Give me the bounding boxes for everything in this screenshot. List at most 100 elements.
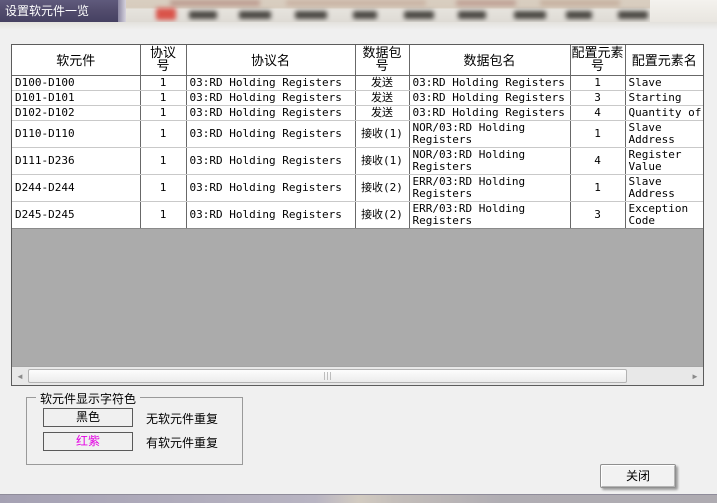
cell-packet-name: ERR/03:RD Holding Registers [409, 174, 570, 201]
cell-element-no: 4 [570, 105, 625, 120]
cell-packet-no: 发送 [355, 75, 409, 90]
cell-element-no: 3 [570, 90, 625, 105]
cell-device: D245-D245 [12, 201, 140, 228]
blur-red-icon [156, 8, 176, 20]
device-color-legend: 软元件显示字符色 黑色 无软元件重复 红紫 有软元件重复 [26, 397, 243, 465]
table-header-row: 软元件 协议号 协议名 数据包号 数据包名 配置元素号 配置元素名 [12, 45, 703, 75]
cell-element-no: 3 [570, 201, 625, 228]
cell-packet-name: NOR/03:RD Holding Registers [409, 147, 570, 174]
duplicate-label: 有软元件重复 [146, 434, 218, 451]
blur-blob [458, 11, 486, 19]
cell-element-name: Slave Address [625, 120, 703, 147]
cell-protocol-no: 1 [140, 174, 186, 201]
cell-packet-name: NOR/03:RD Holding Registers [409, 120, 570, 147]
cell-protocol-no: 1 [140, 120, 186, 147]
cell-packet-name: 03:RD Holding Registers [409, 90, 570, 105]
blur-blob [286, 0, 426, 6]
cell-element-name: Exception Code [625, 201, 703, 228]
column-header-element-name: 配置元素名 [625, 45, 703, 75]
column-header-packet-no: 数据包号 [355, 45, 409, 75]
titlebar-close-area: × [650, 0, 717, 22]
cell-packet-name: 03:RD Holding Registers [409, 105, 570, 120]
titlebar-glass-edge [118, 0, 126, 22]
cell-element-name: Slave [625, 75, 703, 90]
blur-blob [170, 0, 260, 6]
column-header-protocol-name: 协议名 [186, 45, 355, 75]
cell-element-name: Starting [625, 90, 703, 105]
scroll-right-button[interactable]: ► [687, 367, 703, 385]
cell-protocol-no: 1 [140, 105, 186, 120]
background-window-blur [126, 0, 650, 22]
cell-protocol-no: 1 [140, 201, 186, 228]
cell-device: D111-D236 [12, 147, 140, 174]
cell-protocol-name: 03:RD Holding Registers [186, 201, 355, 228]
horizontal-scrollbar[interactable]: ◄ ► [12, 366, 703, 385]
black-color-swatch-button[interactable]: 黑色 [43, 408, 133, 427]
cell-element-no: 1 [570, 120, 625, 147]
device-table: 软元件 协议号 协议名 数据包号 数据包名 配置元素号 配置元素名 D100-D… [12, 45, 703, 229]
cell-element-no: 1 [570, 174, 625, 201]
table-row: D111-D236 1 03:RD Holding Registers 接收(1… [12, 147, 703, 174]
cell-element-name: Register Value [625, 147, 703, 174]
cell-protocol-name: 03:RD Holding Registers [186, 174, 355, 201]
cell-device: D100-D100 [12, 75, 140, 90]
titlebar-bottom-glass [0, 22, 717, 30]
blur-blob [514, 11, 546, 19]
dialog-titlebar: 设置软元件一览 × [0, 0, 717, 22]
thumb-grip [324, 372, 325, 380]
cell-element-name: Slave Address [625, 174, 703, 201]
blur-blob [404, 11, 434, 19]
no-duplicate-label: 无软元件重复 [146, 410, 218, 427]
table-row: D101-D101 1 03:RD Holding Registers 发送 0… [12, 90, 703, 105]
cell-device: D101-D101 [12, 90, 140, 105]
cell-protocol-name: 03:RD Holding Registers [186, 105, 355, 120]
cell-protocol-no: 1 [140, 75, 186, 90]
scroll-left-button[interactable]: ◄ [12, 367, 28, 385]
cell-element-no: 1 [570, 75, 625, 90]
table-row: D244-D244 1 03:RD Holding Registers 接收(2… [12, 174, 703, 201]
cell-element-no: 4 [570, 147, 625, 174]
scroll-left-icon: ◄ [16, 372, 24, 381]
scrollbar-thumb[interactable] [28, 369, 627, 383]
column-header-protocol-no: 协议号 [140, 45, 186, 75]
cell-device: D110-D110 [12, 120, 140, 147]
table-row: D100-D100 1 03:RD Holding Registers 发送 0… [12, 75, 703, 90]
magenta-color-swatch-button[interactable]: 红紫 [43, 432, 133, 451]
cell-protocol-name: 03:RD Holding Registers [186, 120, 355, 147]
legend-group-title: 软元件显示字符色 [36, 390, 140, 407]
table-row: D102-D102 1 03:RD Holding Registers 发送 0… [12, 105, 703, 120]
cell-protocol-no: 1 [140, 90, 186, 105]
column-header-device: 软元件 [12, 45, 140, 75]
scroll-right-icon: ► [691, 372, 699, 381]
device-table-frame: 软元件 协议号 协议名 数据包号 数据包名 配置元素号 配置元素名 D100-D… [11, 44, 704, 386]
cell-protocol-name: 03:RD Holding Registers [186, 147, 355, 174]
cell-protocol-name: 03:RD Holding Registers [186, 75, 355, 90]
table-row: D245-D245 1 03:RD Holding Registers 接收(2… [12, 201, 703, 228]
cell-device: D102-D102 [12, 105, 140, 120]
cell-element-name: Quantity of [625, 105, 703, 120]
blur-blob [456, 0, 516, 6]
cell-packet-no: 发送 [355, 90, 409, 105]
cell-packet-no: 接收(1) [355, 147, 409, 174]
cell-packet-no: 接收(1) [355, 120, 409, 147]
cell-packet-no: 接收(2) [355, 174, 409, 201]
blur-blob [295, 11, 327, 19]
cell-device: D244-D244 [12, 174, 140, 201]
blur-blob [353, 11, 377, 19]
cell-packet-no: 接收(2) [355, 201, 409, 228]
cell-packet-no: 发送 [355, 105, 409, 120]
table-row: D110-D110 1 03:RD Holding Registers 接收(1… [12, 120, 703, 147]
blur-blob [239, 11, 271, 19]
blur-blob [540, 0, 620, 6]
page-title: 设置软元件一览 [0, 0, 118, 22]
close-dialog-button[interactable]: 关闭 [600, 464, 676, 488]
cell-packet-name: ERR/03:RD Holding Registers [409, 201, 570, 228]
cell-protocol-name: 03:RD Holding Registers [186, 90, 355, 105]
column-header-packet-name: 数据包名 [409, 45, 570, 75]
cell-protocol-no: 1 [140, 147, 186, 174]
window-bottom-edge [0, 494, 717, 503]
cell-packet-name: 03:RD Holding Registers [409, 75, 570, 90]
blur-blob [566, 11, 592, 19]
column-header-element-no: 配置元素号 [570, 45, 625, 75]
blur-blob [618, 11, 648, 19]
